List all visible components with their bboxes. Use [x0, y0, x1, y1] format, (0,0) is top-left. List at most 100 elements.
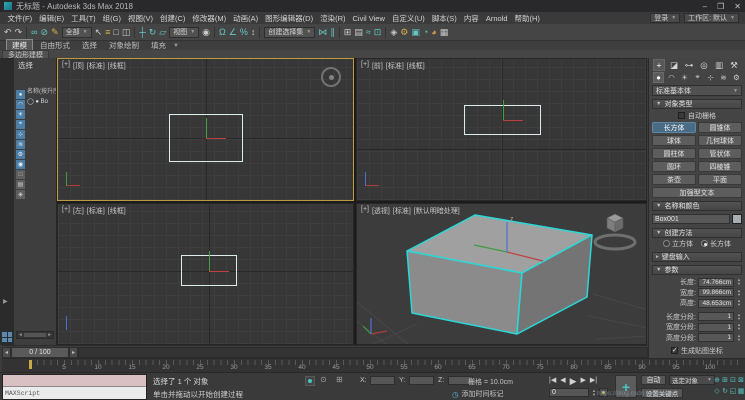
set-key-filters-button[interactable]: 设置关键点 — [641, 388, 683, 398]
menu-tools[interactable]: 工具(T) — [68, 13, 100, 24]
time-slider-track[interactable] — [78, 347, 648, 358]
rendered-frame-window-icon[interactable]: ▣ — [411, 28, 420, 37]
y-coordinate-field[interactable] — [409, 376, 434, 385]
toggle-ribbon-icon[interactable]: ▤ — [354, 28, 363, 37]
viewport-pov-label[interactable]: [前] — [372, 61, 383, 71]
spinner-icon[interactable]: ▲▼ — [736, 288, 742, 297]
rollout-creation-method[interactable]: ▼ 创建方法 — [652, 228, 742, 238]
height-segs-input[interactable]: 1 — [698, 333, 734, 342]
explorer-h-scrollbar[interactable]: ◂ ▸ — [16, 331, 54, 339]
filter-cameras-icon[interactable]: ⌖ — [16, 120, 25, 129]
object-color-swatch[interactable] — [732, 214, 742, 224]
filter-containers-icon[interactable]: □ — [16, 170, 25, 179]
filter-spacewarps-icon[interactable]: ≋ — [16, 140, 25, 149]
zoom-all-icon[interactable]: ⊞ — [721, 375, 729, 386]
spinner-icon[interactable]: ▲▼ — [736, 323, 742, 332]
rollout-parameters[interactable]: ▼ 参数 — [652, 265, 742, 275]
x-coordinate-field[interactable] — [370, 376, 395, 385]
sphere-button[interactable]: 球体 — [652, 135, 696, 146]
named-selection-sets-dropdown[interactable]: 创建选择集 ▼ — [264, 27, 315, 38]
rollout-object-type[interactable]: ▼ 对象类型 — [652, 99, 742, 109]
spinner-icon[interactable]: ▲▼ — [736, 278, 742, 287]
curve-editor-icon[interactable]: ≈ — [366, 28, 371, 37]
material-editor-icon[interactable]: ◈ — [390, 28, 397, 37]
viewport-menu-plus[interactable]: [+] — [361, 61, 369, 71]
shapes-category-icon[interactable]: ◠ — [666, 73, 677, 82]
viewcube-icon[interactable] — [595, 214, 635, 249]
use-pivot-center-icon[interactable]: ◉ — [202, 28, 210, 37]
bind-to-space-warp-icon[interactable]: ✎ — [51, 28, 59, 37]
reference-coordinate-dropdown[interactable]: 视图 ▼ — [169, 27, 199, 38]
filter-shapes-icon[interactable]: ◠ — [16, 100, 25, 109]
spacewarps-category-icon[interactable]: ≋ — [718, 73, 729, 82]
create-tab-icon[interactable]: + — [653, 59, 665, 71]
width-input[interactable]: 99.866cm — [698, 288, 734, 297]
textplus-button[interactable]: 加强型文本 — [652, 187, 742, 198]
maxscript-mini-listener[interactable]: MAXScript — [2, 374, 147, 400]
helpers-category-icon[interactable]: ⊹ — [705, 73, 716, 82]
mirror-icon[interactable]: ⋈ — [318, 28, 327, 37]
autogrid-checkbox[interactable] — [678, 112, 685, 119]
name-column-header[interactable]: 名称(按升序) — [27, 86, 56, 95]
maximize-viewport-icon[interactable]: ◱ — [729, 386, 737, 397]
render-production-icon[interactable]: ◕ — [431, 28, 436, 37]
previous-frame-icon[interactable]: ◀ — [560, 376, 565, 387]
utilities-tab-icon[interactable]: ⚒ — [728, 60, 740, 71]
torus-button[interactable]: 圆环 — [652, 161, 696, 172]
viewport-left[interactable]: [+] [左] [标准] [线框] — [57, 203, 354, 345]
select-object-icon[interactable]: ↖ — [95, 28, 103, 37]
object-name-input[interactable]: Box001 — [652, 214, 730, 224]
scrollbar-thumb[interactable] — [24, 333, 46, 337]
viewport-pov-label[interactable]: [顶] — [73, 61, 84, 71]
next-frame-icon[interactable]: ▶ — [581, 376, 586, 387]
gizmo-y-axis[interactable] — [209, 251, 210, 271]
spinner-icon[interactable]: ▲▼ — [591, 388, 597, 397]
box-geometry[interactable] — [407, 215, 592, 334]
viewport-standard-label[interactable]: [标准] — [393, 206, 411, 216]
ribbon-minimize-icon[interactable]: ▼ — [173, 43, 179, 49]
menu-customize[interactable]: 自定义(U) — [388, 13, 428, 24]
redo-icon[interactable]: ↷ — [15, 28, 23, 37]
scene-object-row[interactable]: ◯ ● Bo — [27, 98, 56, 105]
auto-key-button[interactable]: 自动 — [641, 375, 666, 385]
spinner-snap-icon[interactable]: ↕ — [251, 28, 256, 37]
minimize-button[interactable]: – — [703, 2, 707, 11]
height-input[interactable]: 48.653cm — [698, 299, 734, 308]
filter-materials-icon[interactable]: ▤ — [16, 180, 25, 189]
generate-mapping-coords-checkbox[interactable] — [671, 347, 678, 354]
spinner-icon[interactable]: ▲▼ — [736, 333, 742, 342]
menu-views[interactable]: 视图(V) — [125, 13, 157, 24]
menu-scripting[interactable]: 脚本(S) — [428, 13, 460, 24]
spinner-icon[interactable]: ▲▼ — [736, 312, 742, 321]
key-filter-dropdown[interactable]: 选定对象 ▼ — [669, 375, 715, 385]
primitive-category-dropdown[interactable]: 标准基本体 ▼ — [652, 85, 742, 96]
unlink-selection-icon[interactable]: ⊘ — [41, 28, 49, 37]
transform-typein-icon[interactable]: ⊞ — [336, 375, 343, 384]
flyout-arrow-icon[interactable]: ▶ — [3, 298, 8, 305]
gizmo-y-axis[interactable] — [503, 100, 504, 120]
menu-help[interactable]: 帮助(H) — [511, 13, 543, 24]
viewport-menu-plus[interactable]: [+] — [62, 206, 70, 216]
box-button[interactable]: 长方体 — [652, 122, 696, 133]
viewport-layout-icon[interactable] — [1, 331, 13, 343]
plane-button[interactable]: 平面 — [698, 174, 742, 185]
menu-create[interactable]: 创建(C) — [157, 13, 189, 24]
menu-modifiers[interactable]: 修改器(M) — [189, 13, 230, 24]
modify-tab-icon[interactable]: ◪ — [668, 60, 680, 71]
isolate-selection-icon[interactable] — [305, 376, 315, 386]
lights-category-icon[interactable]: ☀ — [679, 73, 690, 82]
hierarchy-tab-icon[interactable]: ⊶ — [683, 60, 695, 71]
scroll-right-icon[interactable]: ▸ — [48, 332, 51, 338]
select-by-name-icon[interactable]: ≡ — [105, 28, 110, 37]
box-radio[interactable]: 长方体 — [701, 239, 731, 249]
maximize-button[interactable]: ❐ — [717, 2, 724, 11]
schematic-view-icon[interactable]: ⊡ — [374, 28, 382, 37]
layer-explorer-icon[interactable]: ⊞ — [344, 28, 352, 37]
menu-rendering[interactable]: 渲染(R) — [317, 13, 349, 24]
viewport-shading-label[interactable]: [线框] — [108, 61, 126, 71]
zoom-extents-icon[interactable]: ⊡ — [729, 375, 737, 386]
gizmo-x-axis[interactable] — [209, 271, 229, 272]
maxscript-macro-recorder[interactable] — [3, 375, 146, 387]
window-crossing-icon[interactable]: ◫ — [122, 28, 131, 37]
filter-selection-icon[interactable]: ◈ — [16, 190, 25, 199]
